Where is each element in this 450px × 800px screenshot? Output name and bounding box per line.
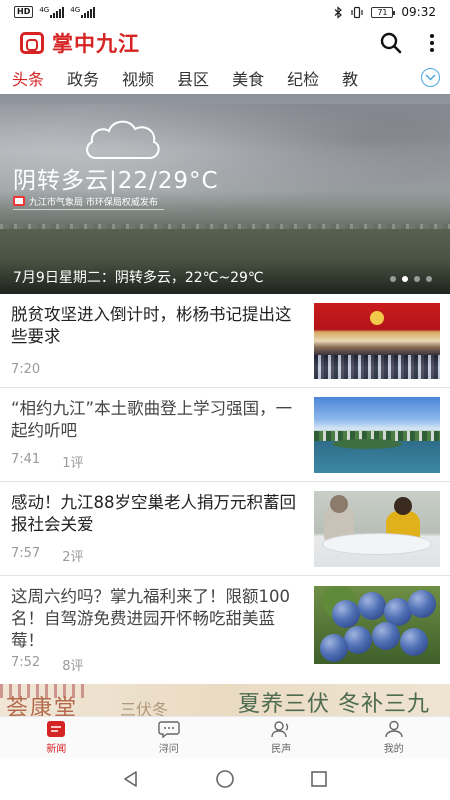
news-title: “相约九江”本土歌曲登上学习强国，一起约听吧 [11, 399, 293, 440]
carousel-indicator [390, 276, 432, 282]
news-item[interactable]: 这周六约吗？掌九福利来了！限额100名！自驾游免费进园开怀畅吃甜美蓝莓！ 7:5… [0, 576, 450, 684]
source-logo-icon [13, 196, 25, 206]
news-thumbnail [314, 397, 440, 473]
logo-icon [20, 32, 44, 54]
banner-caption-text: 7月9日星期二：阴转多云，22℃~29℃ [13, 270, 264, 286]
home-icon[interactable] [215, 769, 235, 789]
news-time: 7:52 [11, 655, 41, 670]
tab-video[interactable]: 视频 [122, 66, 154, 90]
news-meta: 7:52 8评 [11, 655, 83, 674]
news-item[interactable]: 感动！九江88岁空巢老人捐万元积蓄回报社会关爱 7:57 2评 [0, 482, 450, 576]
channel-tabs: 头条 政务 视频 县区 美食 纪检 教 [0, 62, 450, 94]
banner-caption: 7月9日星期二：阴转多云，22℃~29℃ [0, 260, 450, 294]
app-logo: 掌中九江 [20, 28, 140, 58]
nav-ask-label: 浔问 [158, 744, 179, 755]
news-thumbnail [314, 586, 440, 664]
news-thumbnail [314, 303, 440, 379]
news-title: 感动！九江88岁空巢老人捐万元积蓄回报社会关爱 [11, 493, 296, 534]
tab-discipline[interactable]: 纪检 [287, 66, 319, 90]
system-nav-bar [0, 758, 450, 800]
news-meta: 7:57 2评 [11, 546, 83, 565]
news-item[interactable]: 脱贫攻坚进入倒计时，彬杨书记提出这些要求 7:20 [0, 294, 450, 388]
tab-food[interactable]: 美食 [232, 66, 264, 90]
carousel-dot [390, 276, 396, 282]
more-menu-icon[interactable] [430, 34, 434, 52]
cloud-icon [86, 120, 160, 159]
battery-icon: 71 [371, 6, 396, 18]
status-time: 09:32 [401, 5, 436, 19]
network-type: 4G [70, 5, 81, 14]
network-type: 4G [39, 5, 50, 14]
nav-voice[interactable]: 民声 [225, 717, 338, 758]
news-comments: 1评 [62, 456, 84, 471]
news-title: 脱贫攻坚进入倒计时，彬杨书记提出这些要求 [11, 305, 292, 346]
news-time: 7:41 [11, 452, 41, 467]
nav-news[interactable]: 新闻 [0, 717, 113, 758]
chevron-down-icon[interactable] [421, 68, 440, 87]
weather-source: 九江市气象局 市环保局权威发布 [13, 193, 164, 210]
nav-me[interactable]: 我的 [338, 717, 450, 758]
news-comments: 8评 [62, 659, 84, 674]
news-comments: 2评 [62, 550, 84, 565]
tab-government[interactable]: 政务 [67, 66, 99, 90]
carousel-dot [414, 276, 420, 282]
status-left: HD 4G 4G [14, 5, 96, 18]
nav-ask[interactable]: 浔问 [113, 717, 226, 758]
nav-voice-label: 民声 [271, 744, 292, 755]
promo-subtext: 三伏冬 [120, 700, 169, 716]
search-icon[interactable] [380, 32, 402, 54]
promo-brand: 荟康堂 [6, 696, 79, 716]
carousel-dot [426, 276, 432, 282]
news-item[interactable]: “相约九江”本土歌曲登上学习强国，一起约听吧 7:41 1评 [0, 388, 450, 482]
status-right: 71 09:32 [334, 5, 436, 19]
vibrate-icon [351, 6, 364, 18]
user-icon [385, 720, 403, 738]
bluetooth-icon [335, 5, 343, 19]
carousel-dot-active [402, 276, 408, 282]
nav-news-label: 新闻 [46, 744, 67, 755]
app-header: 掌中九江 [0, 24, 450, 62]
voice-icon [271, 721, 289, 738]
news-thumbnail [314, 491, 440, 567]
header-actions [380, 32, 434, 54]
tab-headlines[interactable]: 头条 [12, 66, 44, 90]
hd-indicator: HD [14, 6, 34, 18]
weather-summary: 阴转多云|22/29°C [13, 168, 219, 194]
source-label: 九江市气象局 市环保局权威发布 [29, 197, 158, 208]
news-title: 这周六约吗？掌九福利来了！限额100名！自驾游免费进园开怀畅吃甜美蓝莓！ [11, 587, 290, 650]
news-icon [47, 721, 66, 737]
nav-me-label: 我的 [383, 744, 404, 755]
tab-county[interactable]: 县区 [177, 66, 209, 90]
promo-banner[interactable]: 荟康堂 三伏冬 夏养三伏 冬补三九 [0, 684, 450, 716]
app-title: 掌中九江 [52, 32, 140, 56]
recents-icon[interactable] [310, 770, 328, 788]
news-meta: 7:41 1评 [11, 452, 83, 471]
chat-icon [158, 721, 180, 738]
weather-banner[interactable]: 阴转多云|22/29°C 九江市气象局 市环保局权威发布 7月9日星期二：阴转多… [0, 94, 450, 294]
signal-icon: 4G [39, 5, 65, 18]
signal-icon: 4G [70, 5, 96, 18]
back-icon[interactable] [122, 770, 140, 788]
bottom-nav: 新闻 浔问 民声 我的 [0, 716, 450, 758]
news-meta: 7:20 [11, 362, 40, 377]
promo-slogan: 夏养三伏 冬补三九 [238, 692, 430, 716]
news-time: 7:20 [11, 362, 41, 377]
news-time: 7:57 [11, 546, 41, 561]
tab-education[interactable]: 教 [342, 66, 358, 90]
status-bar: HD 4G 4G 71 09:32 [0, 0, 450, 24]
